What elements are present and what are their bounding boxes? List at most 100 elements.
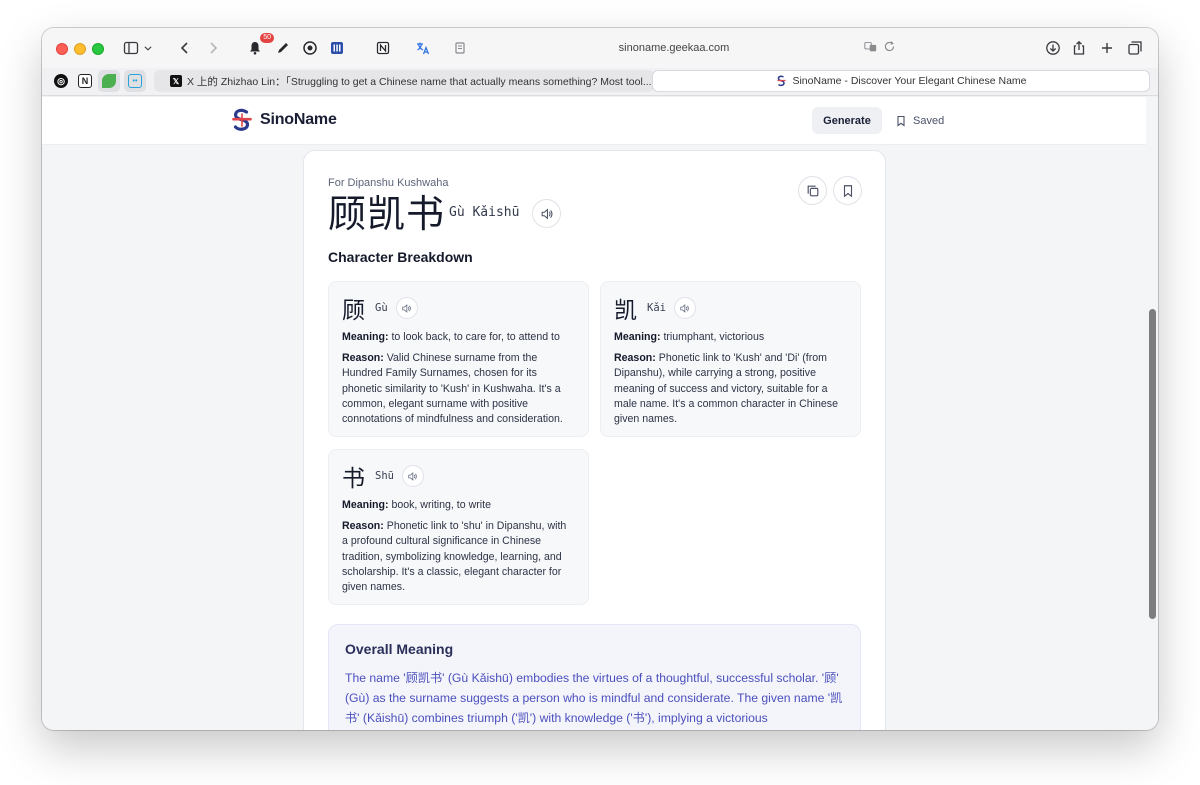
zoom-window-button[interactable] bbox=[92, 43, 104, 55]
saved-label: Saved bbox=[913, 114, 945, 127]
reason-label: Reason: bbox=[614, 352, 656, 365]
speaker-icon bbox=[680, 303, 690, 313]
meaning-text: to look back, to care for, to attend to bbox=[391, 331, 560, 343]
overall-meaning-title: Overall Meaning bbox=[345, 641, 454, 657]
library-extension-button[interactable] bbox=[324, 36, 350, 60]
save-name-button[interactable] bbox=[833, 176, 862, 205]
character-han: 凯 bbox=[614, 298, 637, 324]
notion-icon: N bbox=[78, 74, 92, 88]
play-character-audio-button[interactable] bbox=[395, 297, 418, 319]
character-reason: Reason: Valid Chinese surname from the H… bbox=[342, 351, 575, 427]
character-han: 顾 bbox=[342, 298, 365, 324]
meaning-text: triumphant, victorious bbox=[663, 331, 765, 343]
chatgpt-icon: ◎ bbox=[54, 74, 68, 88]
scrollbar-thumb[interactable] bbox=[1149, 309, 1156, 619]
library-icon bbox=[331, 42, 343, 54]
pinned-tab-chatgpt[interactable]: ◎ bbox=[50, 70, 72, 92]
play-name-audio-button[interactable] bbox=[532, 199, 561, 228]
pinned-tab-notion[interactable]: N bbox=[74, 70, 96, 92]
pinned-tab-bilibili[interactable]: •• bbox=[124, 70, 146, 92]
chevron-right-icon bbox=[210, 42, 218, 54]
character-card-shu: 书 Shū Meaning: book, writing, to write R… bbox=[328, 449, 589, 605]
new-tab-button[interactable] bbox=[1094, 36, 1120, 60]
share-button[interactable] bbox=[1066, 36, 1092, 60]
notion-icon bbox=[376, 41, 390, 55]
speaker-icon bbox=[402, 303, 411, 313]
meaning-label: Meaning: bbox=[342, 331, 389, 343]
generate-button[interactable]: Generate bbox=[812, 107, 882, 134]
browser-window: 50 sinoname.geekaa.com ◎ N •• 𝕏 X 上的 Zhi… bbox=[42, 28, 1158, 730]
bell-icon bbox=[250, 42, 260, 55]
recipient-name: For Dipanshu Kushwaha bbox=[328, 177, 449, 189]
copy-icon bbox=[807, 185, 818, 196]
chevron-left-icon bbox=[180, 42, 188, 54]
tab-bar: ◎ N •• 𝕏 X 上的 Zhizhao Lin：「Struggling to… bbox=[42, 68, 1158, 96]
tab-sinoname[interactable]: SinoName - Discover Your Elegant Chinese… bbox=[652, 70, 1150, 92]
plus-icon bbox=[1102, 43, 1112, 53]
sinoname-logo-icon bbox=[232, 108, 252, 131]
play-character-audio-button[interactable] bbox=[401, 465, 424, 487]
character-card-kai: 凯 Kǎi Meaning: triumphant, victorious Re… bbox=[600, 281, 861, 437]
character-card-gu: 顾 Gù Meaning: to look back, to care for,… bbox=[328, 281, 589, 437]
sinoname-favicon-icon bbox=[775, 75, 787, 87]
character-meaning: Meaning: book, writing, to write bbox=[342, 498, 575, 513]
forward-button[interactable] bbox=[200, 36, 226, 60]
copy-name-button[interactable] bbox=[798, 176, 827, 205]
translate-extension-button[interactable] bbox=[297, 36, 323, 60]
overall-meaning-panel: Overall Meaning The name '顾凯书' (Gù Kǎish… bbox=[328, 624, 861, 730]
pen-icon bbox=[278, 43, 288, 53]
bilibili-icon: •• bbox=[128, 74, 142, 88]
web-page: SinoName Generate Saved For Dipanshu Kus… bbox=[42, 97, 1146, 730]
url-text: sinoname.geekaa.com bbox=[618, 42, 730, 54]
character-reason: Reason: Phonetic link to 'Kush' and 'Di'… bbox=[614, 351, 847, 427]
site-logo[interactable]: SinoName bbox=[232, 108, 337, 132]
page-scrollbar[interactable] bbox=[1146, 97, 1158, 730]
translator-extension-button[interactable] bbox=[410, 36, 436, 60]
tabs-overview-icon bbox=[1128, 41, 1142, 55]
speaker-icon bbox=[541, 207, 552, 220]
browser-toolbar: 50 sinoname.geekaa.com bbox=[42, 28, 1158, 68]
logo-text: SinoName bbox=[260, 111, 337, 128]
character-pinyin: Kǎi bbox=[647, 302, 666, 314]
sidebar-icon bbox=[123, 41, 139, 55]
character-reason: Reason: Phonetic link to 'shu' in Dipans… bbox=[342, 519, 575, 595]
character-pinyin: Shū bbox=[375, 470, 394, 482]
pinned-tab-leaf[interactable] bbox=[98, 70, 120, 92]
downloads-button[interactable] bbox=[1040, 36, 1066, 60]
notion-extension-button[interactable] bbox=[370, 36, 396, 60]
character-han: 书 bbox=[342, 466, 365, 492]
bookmark-icon bbox=[897, 115, 905, 127]
notifications-extension-button[interactable]: 50 bbox=[242, 33, 274, 60]
close-window-button[interactable] bbox=[56, 43, 68, 55]
reason-label: Reason: bbox=[342, 520, 384, 533]
back-button[interactable] bbox=[172, 36, 198, 60]
chevron-down-icon bbox=[144, 46, 152, 51]
tab-title: SinoName - Discover Your Elegant Chinese… bbox=[792, 75, 1027, 87]
share-icon bbox=[1073, 40, 1085, 55]
character-breakdown-title: Character Breakdown bbox=[328, 249, 473, 265]
speaker-icon bbox=[408, 471, 418, 481]
play-character-audio-button[interactable] bbox=[673, 297, 696, 319]
meaning-label: Meaning: bbox=[614, 331, 661, 343]
chinese-name: 顾凯书 bbox=[328, 192, 446, 236]
tab-x-post[interactable]: 𝕏 X 上的 Zhizhao Lin：「Struggling to get a … bbox=[154, 70, 654, 92]
overall-meaning-text: The name '顾凯书' (Gù Kǎishū) embodies the … bbox=[345, 671, 843, 725]
character-meaning: Meaning: to look back, to care for, to a… bbox=[342, 330, 575, 345]
meaning-label: Meaning: bbox=[342, 499, 389, 511]
reason-label: Reason: bbox=[342, 352, 384, 365]
bookmark-icon bbox=[843, 184, 852, 197]
character-meaning: Meaning: triumphant, victorious bbox=[614, 330, 847, 345]
reload-icon[interactable] bbox=[883, 40, 896, 53]
saved-button[interactable]: Saved bbox=[895, 107, 944, 134]
pen-extension-button[interactable] bbox=[270, 36, 296, 60]
sidebar-toggle-button[interactable] bbox=[118, 36, 158, 60]
meaning-text: book, writing, to write bbox=[391, 499, 491, 511]
circle-logo-icon bbox=[303, 41, 317, 55]
address-bar[interactable]: sinoname.geekaa.com bbox=[446, 36, 902, 60]
site-header: SinoName Generate Saved bbox=[42, 97, 1146, 145]
tab-overview-button[interactable] bbox=[1122, 36, 1148, 60]
leaf-icon bbox=[102, 74, 116, 88]
translate-page-icon[interactable] bbox=[864, 40, 877, 53]
minimize-window-button[interactable] bbox=[74, 43, 86, 55]
tab-title: X 上的 Zhizhao Lin：「Struggling to get a Ch… bbox=[187, 75, 652, 88]
